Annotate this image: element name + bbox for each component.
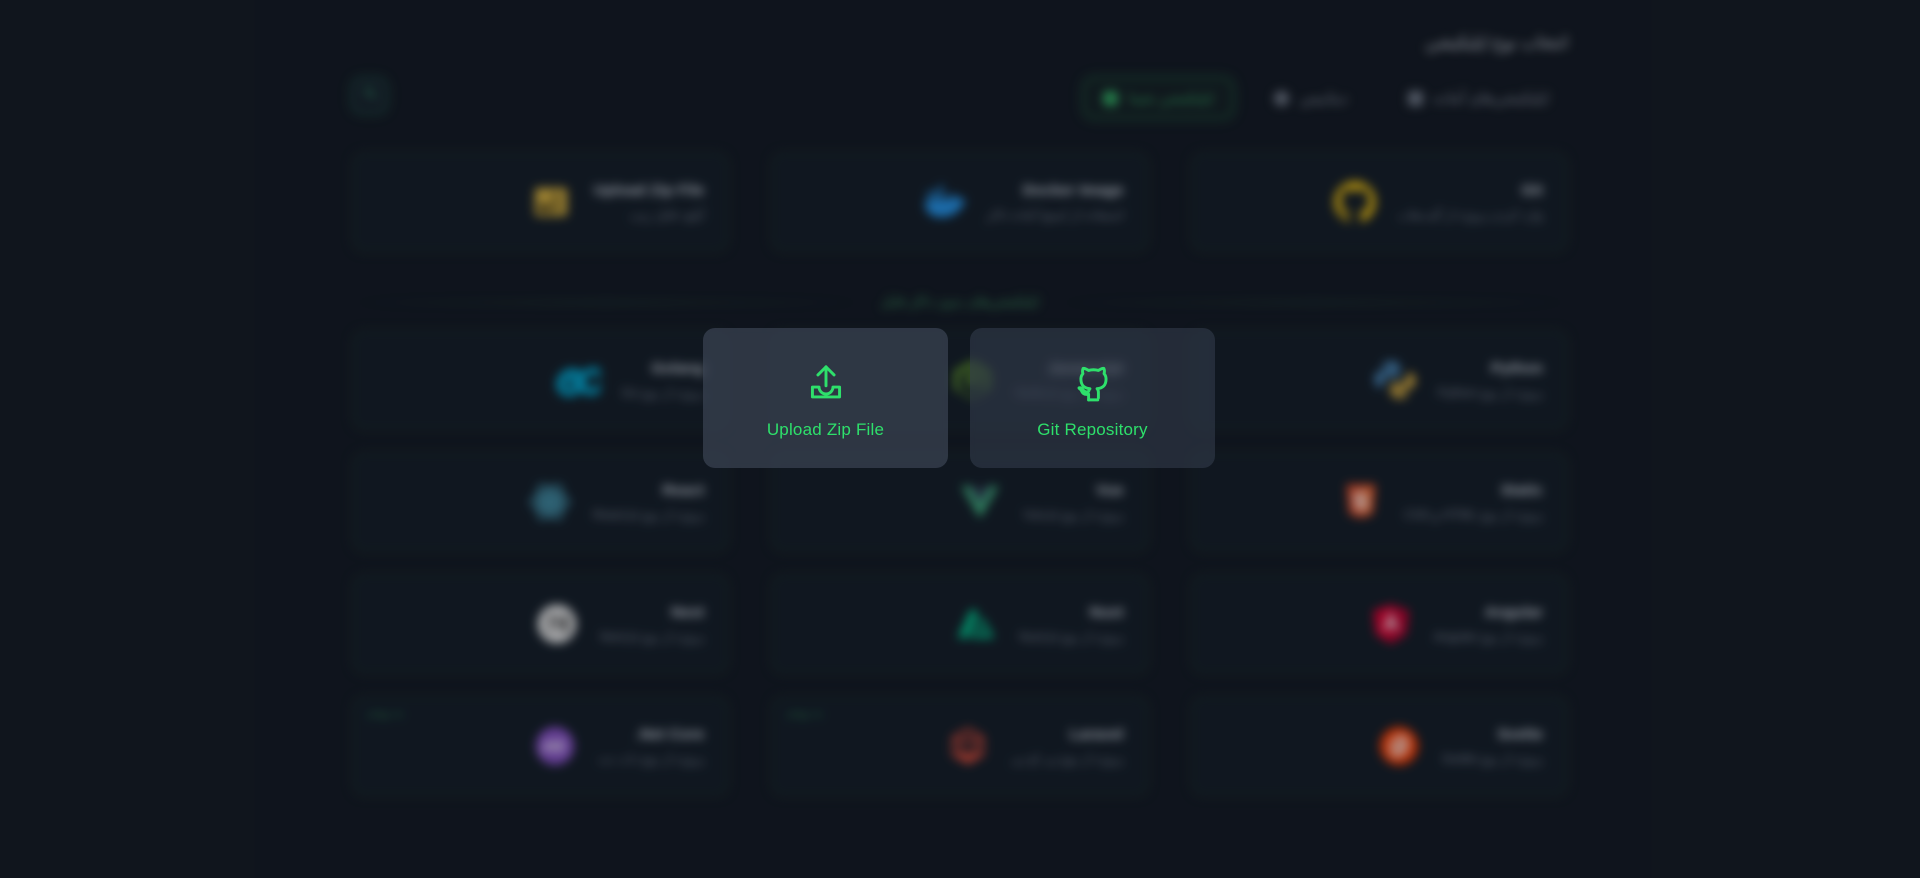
modal-option-label: Git Repository	[1037, 420, 1148, 439]
modal-option-git-repository[interactable]: Git Repository	[970, 328, 1215, 468]
modal-option-upload-zip-file[interactable]: Upload Zip File	[703, 328, 948, 468]
github-outline-icon	[1071, 360, 1115, 406]
upload-icon	[804, 360, 848, 406]
app-source-modal: Upload Zip File Git Repository	[703, 328, 1215, 468]
app-root: انتخاب نوع اپلیکیشن اپلیکیشن‌های آماده دی…	[0, 0, 1920, 878]
modal-option-label: Upload Zip File	[766, 420, 885, 439]
